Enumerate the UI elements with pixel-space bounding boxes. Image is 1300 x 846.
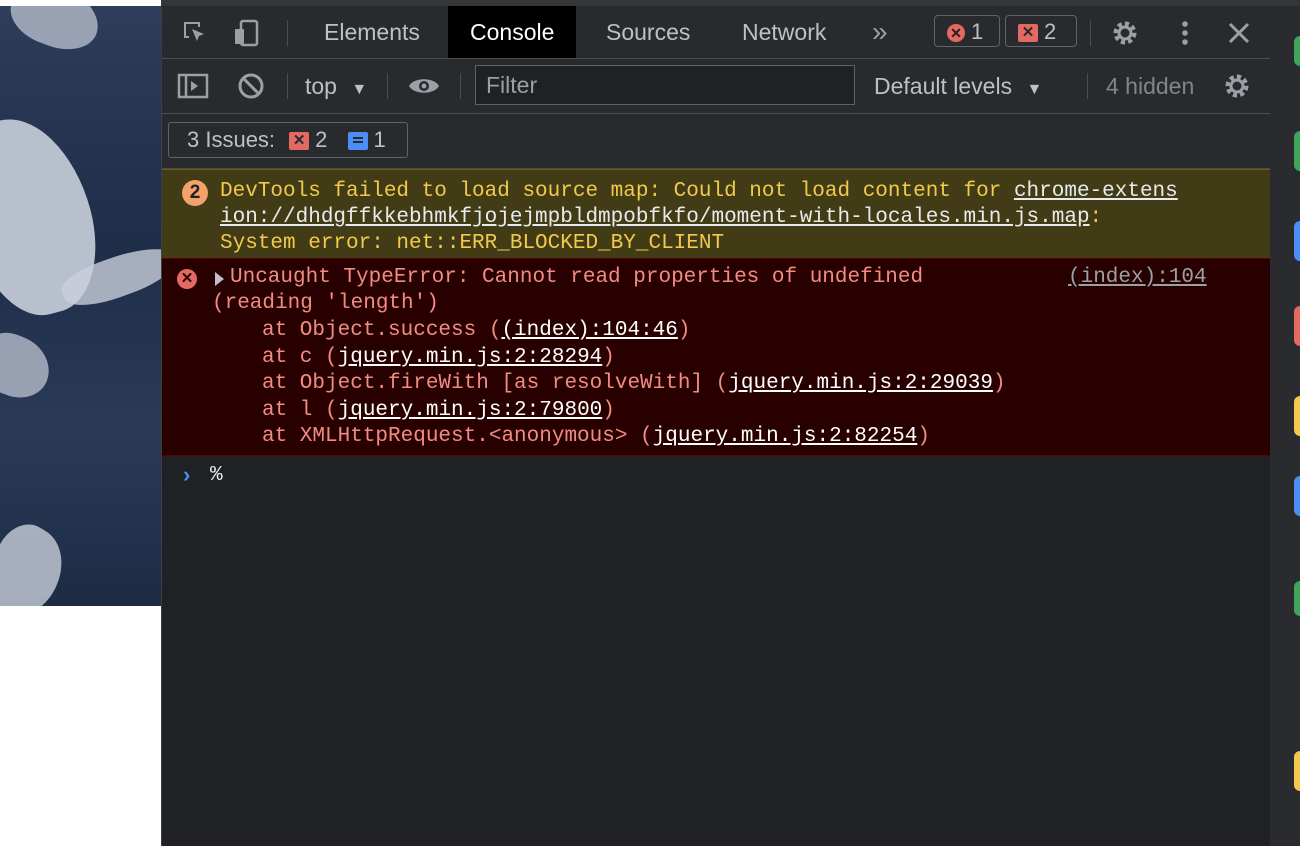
console-prompt[interactable]: › % <box>162 461 1271 491</box>
divider <box>287 73 288 99</box>
warning-text: DevTools failed to load source map: Coul… <box>220 180 1014 203</box>
error-count: 1 <box>971 19 984 44</box>
stack-frame-text: at Object.success ( <box>262 319 502 342</box>
issue-badge-icon: ✕ <box>1018 24 1038 43</box>
expand-triangle-icon[interactable] <box>215 272 224 286</box>
issue-count-badge[interactable]: ✕ 2 <box>1005 15 1077 47</box>
browser-side-panel <box>1270 6 1300 846</box>
side-indicator <box>1294 306 1300 346</box>
issues-bar: 3 Issues: ✕ 2 1 <box>162 114 1271 169</box>
console-warning-message: 2 DevTools failed to load source map: Co… <box>162 169 1271 259</box>
issues-button[interactable]: 3 Issues: ✕ 2 1 <box>168 122 408 158</box>
context-selector[interactable]: top ▼ <box>305 59 367 117</box>
side-indicator <box>1294 131 1300 171</box>
kebab-menu-icon[interactable] <box>1170 18 1200 48</box>
log-levels-dropdown[interactable]: Default levels ▼ <box>874 59 1042 117</box>
side-indicator <box>1294 396 1300 436</box>
context-value: top <box>305 73 337 99</box>
prompt-chevron-icon: › <box>180 464 194 489</box>
clear-console-icon[interactable] <box>236 71 266 101</box>
console-input[interactable]: % <box>210 461 223 491</box>
devtools-panel: Elements Console Sources Network » ✕ 1 ✕ 2 <box>161 6 1271 846</box>
stack-frame-link[interactable]: jquery.min.js:2:82254 <box>653 425 918 448</box>
error-badge-icon: ✕ <box>947 24 965 43</box>
side-indicator <box>1294 221 1300 261</box>
side-indicator <box>1294 36 1300 66</box>
console-toolbar: top ▼ Default levels ▼ 4 hidden <box>162 59 1271 114</box>
warning-line-2: ion://dhdgffkkebhmkfjojejmpbldmpobfkfo/m… <box>220 205 1102 231</box>
gear-icon[interactable] <box>1222 71 1252 101</box>
divider <box>287 20 288 46</box>
issue-error-count: 2 <box>315 127 328 152</box>
inspect-icon[interactable] <box>180 18 210 48</box>
stack-frame-text: at c ( <box>262 345 338 369</box>
side-indicator <box>1294 751 1300 791</box>
eye-icon[interactable] <box>407 71 439 101</box>
issues-label: 3 Issues: <box>187 127 276 152</box>
warning-line-3: System error: net::ERR_BLOCKED_BY_CLIENT <box>220 232 725 255</box>
stack-frame-text: at Object.fireWith [as resolveWith] ( <box>262 372 729 395</box>
divider <box>387 73 388 99</box>
tab-console[interactable]: Console <box>448 6 577 58</box>
stack-frame-link[interactable]: jquery.min.js:2:29039 <box>728 372 993 395</box>
error-icon: ✕ <box>177 269 197 289</box>
log-levels-label: Default levels <box>874 73 1013 99</box>
tab-elements[interactable]: Elements <box>302 6 442 58</box>
hidden-count: 4 hidden <box>1106 73 1195 99</box>
settings-icon[interactable] <box>1110 18 1140 48</box>
stack-frame-suffix: ) <box>917 425 930 448</box>
source-map-link[interactable]: chrome-extens <box>1014 180 1178 203</box>
stack-frame-text: at l ( <box>262 398 338 422</box>
warning-line-1: DevTools failed to load source map: Coul… <box>220 179 1178 205</box>
issue-info-icon <box>347 132 368 151</box>
tab-network[interactable]: Network <box>720 6 848 58</box>
divider <box>460 73 461 99</box>
tab-sources[interactable]: Sources <box>584 6 712 58</box>
source-map-link-cont[interactable]: ion://dhdgffkkebhmkfjojejmpbldmpobfkfo/m… <box>220 206 1090 229</box>
error-title: Uncaught TypeError: Cannot read properti… <box>230 266 924 289</box>
stack-frame-suffix: ) <box>677 319 691 342</box>
dropdown-icon: ▼ <box>1026 81 1043 98</box>
warning-colon: : <box>1089 206 1103 229</box>
repeat-count-badge: 2 <box>182 180 208 206</box>
side-indicator <box>1294 581 1300 616</box>
error-title-cont: (reading 'length') <box>212 292 439 315</box>
dropdown-icon: ▼ <box>351 81 368 98</box>
more-tabs-button[interactable]: » <box>850 6 910 58</box>
issue-error-icon: ✕ <box>289 132 310 151</box>
page-viewport <box>0 0 161 846</box>
issue-info-count: 1 <box>373 127 386 152</box>
issue-count: 2 <box>1044 19 1057 44</box>
stack-frame-link[interactable]: (index):104:46 <box>501 319 677 342</box>
side-indicator <box>1294 476 1300 516</box>
stack-frame-link[interactable]: jquery.min.js:2:28294 <box>338 346 603 369</box>
filter-input[interactable] <box>475 65 855 105</box>
devtools-tab-bar: Elements Console Sources Network » ✕ 1 ✕ 2 <box>162 6 1271 59</box>
stack-frame: at Object.success ((index):104:46) <box>262 318 691 344</box>
stack-frame: at Object.fireWith [as resolveWith] (jqu… <box>262 371 1006 397</box>
stack-frame-link[interactable]: jquery.min.js:2:79800 <box>338 399 603 422</box>
stack-frame-suffix: ) <box>602 398 615 422</box>
console-error-message: ✕ Uncaught TypeError: Cannot read proper… <box>162 258 1271 456</box>
stack-frame-text: at XMLHttpRequest.<anonymous> ( <box>262 425 653 448</box>
error-count-badge[interactable]: ✕ 1 <box>934 15 1000 47</box>
error-source-link[interactable]: (index):104 <box>1068 265 1207 291</box>
sidebar-toggle-icon[interactable] <box>177 71 209 101</box>
page-photo <box>0 6 161 606</box>
device-toolbar-icon[interactable] <box>232 18 262 48</box>
stack-frame: at l (jquery.min.js:2:79800) <box>262 398 615 424</box>
stack-frame-suffix: ) <box>602 345 615 369</box>
close-icon[interactable] <box>1224 18 1254 48</box>
stack-frame: at c (jquery.min.js:2:28294) <box>262 345 615 371</box>
divider <box>1090 20 1091 46</box>
stack-frame: at XMLHttpRequest.<anonymous> (jquery.mi… <box>262 424 930 450</box>
stack-frame-suffix: ) <box>992 372 1006 395</box>
divider <box>1087 73 1088 99</box>
